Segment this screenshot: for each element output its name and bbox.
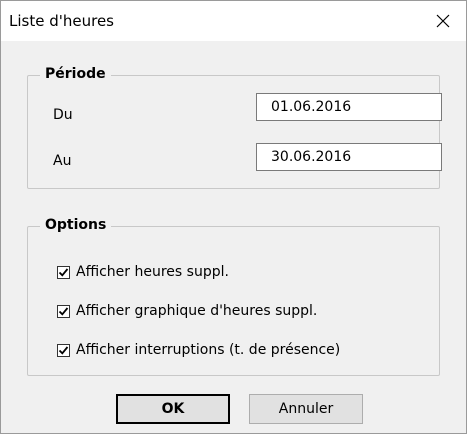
option-heures-suppl[interactable]: Afficher heures suppl. [57,264,229,280]
checkmark-icon [58,345,69,355]
close-icon [436,14,450,28]
title-bar: Liste d'heures [1,1,466,41]
ok-button[interactable]: OK [116,394,230,424]
close-button[interactable] [420,1,466,41]
checkbox-graphique[interactable] [57,304,70,318]
checkmark-icon [58,306,69,316]
option-label: Afficher graphique d'heures suppl. [76,303,318,319]
option-graphique[interactable]: Afficher graphique d'heures suppl. [57,303,317,319]
option-label: Afficher interruptions (t. de présence) [76,342,341,358]
au-date-field[interactable]: 30.06.2016 [256,143,442,171]
checkbox-interruptions[interactable] [57,343,70,357]
checkmark-icon [58,267,69,277]
window-title: Liste d'heures [9,12,114,30]
options-legend: Options [40,217,112,233]
du-label: Du [53,107,73,123]
checkbox-heures-suppl[interactable] [57,265,70,279]
option-interruptions[interactable]: Afficher interruptions (t. de présence) [57,342,340,358]
au-label: Au [53,153,72,169]
option-label: Afficher heures suppl. [76,264,229,280]
dialog-window: Liste d'heures Période Du 01.06.2016 Au … [0,0,467,434]
cancel-button[interactable]: Annuler [249,394,363,424]
du-date-field[interactable]: 01.06.2016 [256,93,442,121]
periode-legend: Période [40,66,111,82]
